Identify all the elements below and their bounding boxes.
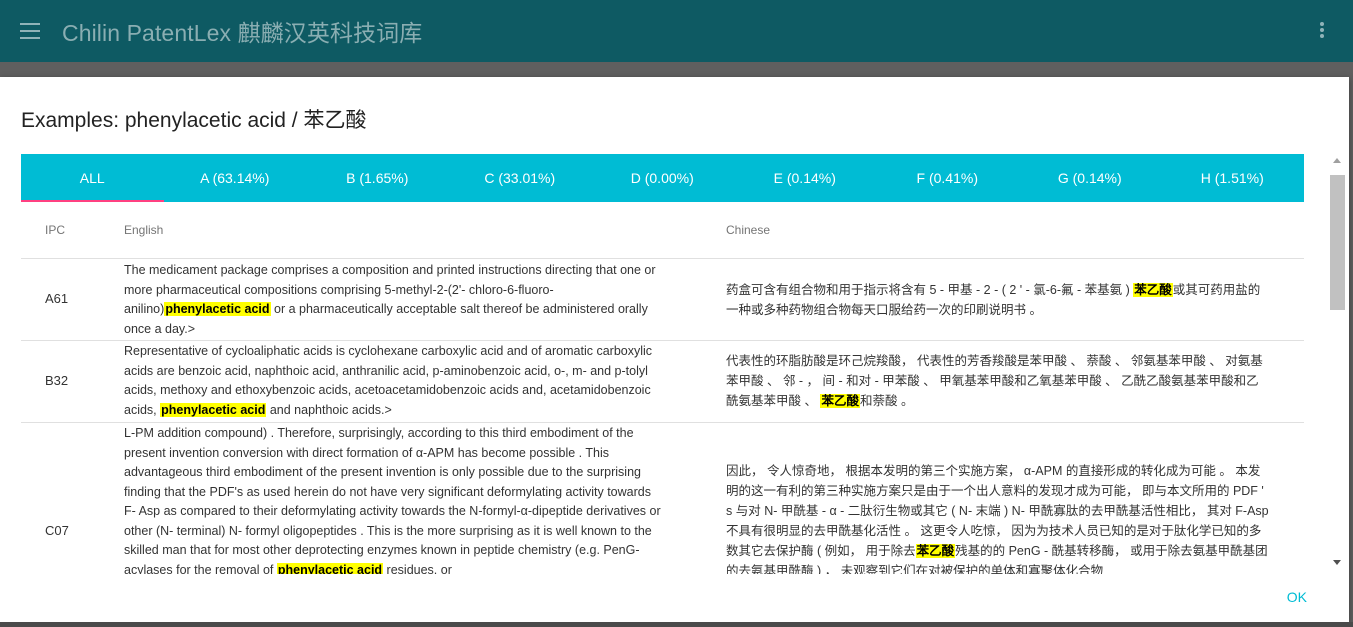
app-bar: Chilin PatentLex 麒麟汉英科技词库	[0, 0, 1353, 62]
english-cell: Representative of cycloaliphatic acids i…	[124, 342, 664, 420]
chinese-cell: 因此， 令人惊奇地， 根据本发明的第三个实施方案， α-APM 的直接形成的转化…	[726, 461, 1271, 574]
app-title: Chilin PatentLex 麒麟汉英科技词库	[62, 20, 423, 46]
tab-h[interactable]: H (1.51%)	[1161, 154, 1304, 202]
header-english: English	[124, 223, 164, 237]
chinese-text: 和萘酸 。	[859, 394, 914, 408]
english-cell: L-PM addition compound) . Therefore, sur…	[124, 424, 664, 574]
ok-button[interactable]: OK	[1287, 589, 1307, 605]
ipc-cell: B32	[45, 373, 69, 388]
english-text: residues, or	[383, 562, 452, 575]
tab-f[interactable]: F (0.41%)	[876, 154, 1019, 202]
tab-e[interactable]: E (0.14%)	[734, 154, 877, 202]
term-highlight: 苯乙酸	[1133, 283, 1173, 297]
dialog-title: Examples: phenylacetic acid / 苯乙酸	[21, 109, 367, 132]
chinese-text: 药盒可含有组合物和用于指示将含有 5 - 甲基 - 2 - ( 2 ' - 氯-…	[726, 283, 1134, 297]
term-highlight: phenylacetic acid	[164, 302, 271, 316]
term-highlight: phenylacetic acid	[160, 402, 267, 417]
tab-c[interactable]: C (33.01%)	[449, 154, 592, 202]
backdrop-edge	[0, 622, 1353, 627]
chinese-text: 代表性的环脂肪酸是环己烷羧酸， 代表性的芳香羧酸是苯甲酸 、 萘酸 、 邻氨基苯…	[726, 354, 1263, 408]
vertical-scrollbar[interactable]	[1329, 154, 1346, 569]
table-header: IPC English Chinese	[21, 202, 1304, 259]
term-highlight: 苯乙酸	[915, 544, 956, 558]
term-highlight: 苯乙酸	[820, 394, 860, 408]
tab-b[interactable]: B (1.65%)	[306, 154, 449, 202]
tab-g[interactable]: G (0.14%)	[1019, 154, 1162, 202]
term-highlight: phenylacetic acid	[276, 562, 384, 574]
table-row: B32 Representative of cycloaliphatic aci…	[21, 341, 1304, 423]
more-vert-icon[interactable]	[1320, 22, 1324, 38]
english-text: and naphthoic acids.>	[266, 402, 392, 417]
tab-a[interactable]: A (63.14%)	[164, 154, 307, 202]
examples-dialog: Examples: phenylacetic acid / 苯乙酸 ALL A …	[0, 77, 1349, 622]
scroll-up-icon[interactable]	[1333, 158, 1341, 163]
english-cell: The medicament package comprises a compo…	[124, 261, 664, 339]
chinese-cell: 代表性的环脂肪酸是环己烷羧酸， 代表性的芳香羧酸是苯甲酸 、 萘酸 、 邻氨基苯…	[726, 351, 1271, 411]
table-row: A61 The medicament package comprises a c…	[21, 259, 1304, 341]
tab-d[interactable]: D (0.00%)	[591, 154, 734, 202]
hamburger-menu-icon[interactable]	[20, 23, 40, 39]
examples-table: IPC English Chinese A61 The medicament p…	[21, 202, 1304, 574]
ipc-tabs: ALL A (63.14%) B (1.65%) C (33.01%) D (0…	[21, 154, 1304, 202]
scroll-down-icon[interactable]	[1333, 560, 1341, 565]
english-text: L-PM addition compound) . Therefore, sur…	[124, 426, 661, 574]
ipc-cell: A61	[45, 291, 69, 306]
table-row: C07 L-PM addition compound) . Therefore,…	[21, 423, 1304, 574]
scroll-thumb[interactable]	[1330, 175, 1345, 310]
header-ipc: IPC	[45, 223, 66, 237]
ipc-cell: C07	[45, 523, 69, 538]
header-chinese: Chinese	[726, 223, 771, 237]
tab-all[interactable]: ALL	[21, 154, 164, 202]
chinese-cell: 药盒可含有组合物和用于指示将含有 5 - 甲基 - 2 - ( 2 ' - 氯-…	[726, 280, 1271, 320]
